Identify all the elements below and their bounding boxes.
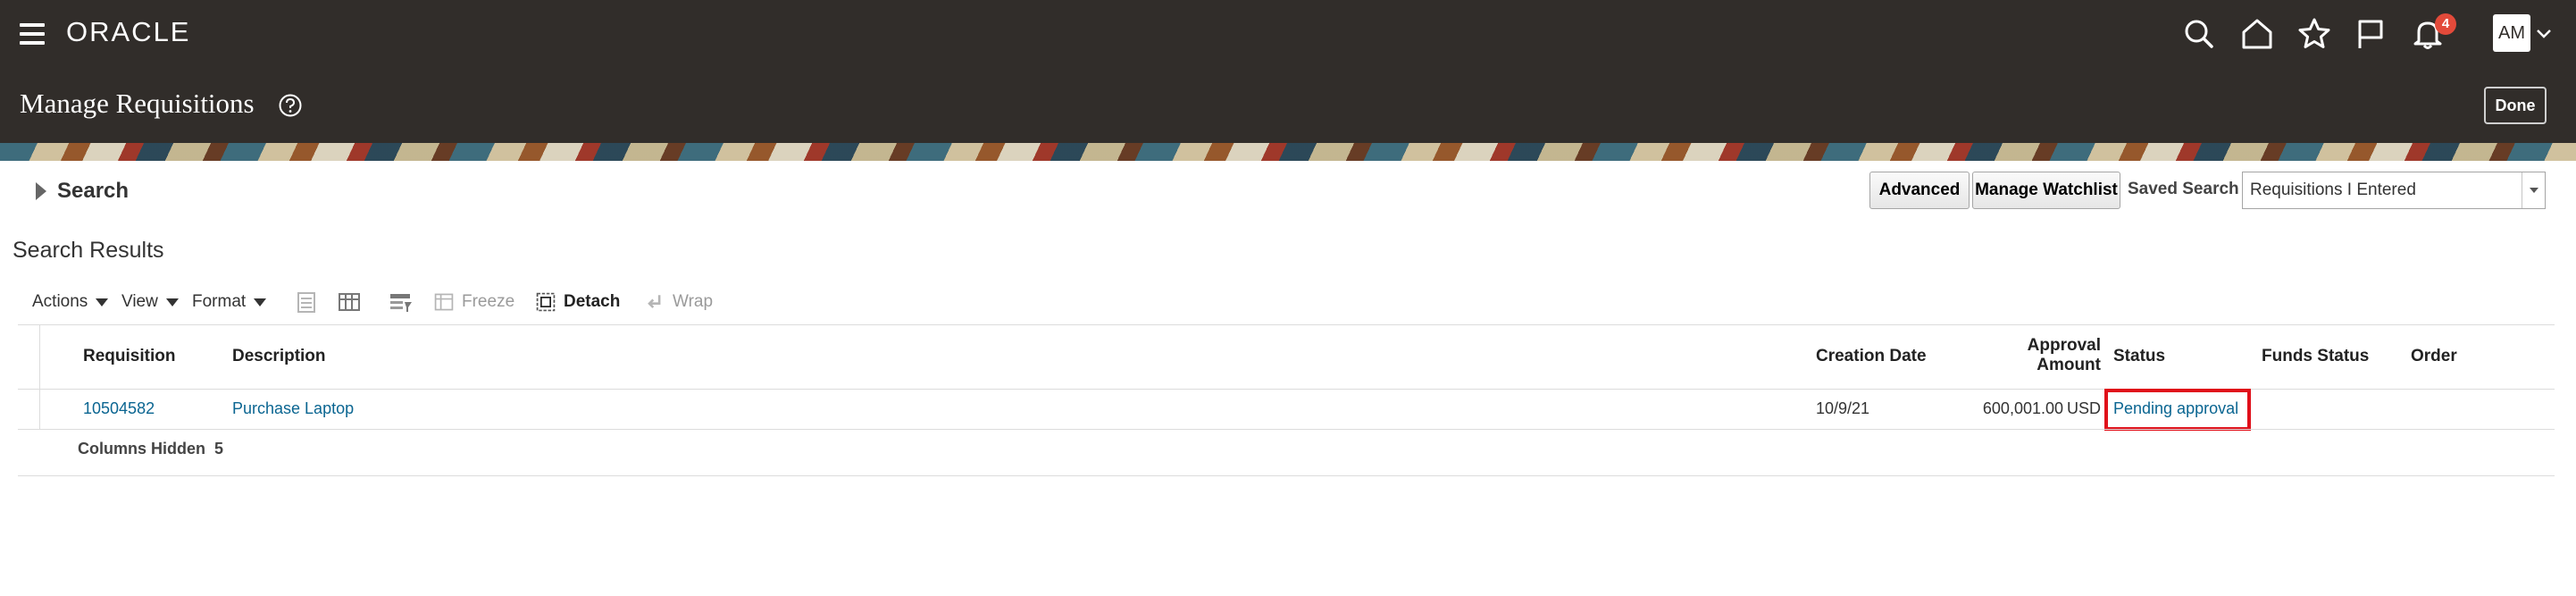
description-link[interactable]: Purchase Laptop <box>232 399 354 418</box>
export-icon[interactable] <box>294 290 319 315</box>
table-top-border <box>18 324 2555 325</box>
global-header: ORACLE 4 AM Manage Requisitions Done <box>0 0 2576 161</box>
query-by-example-icon[interactable] <box>388 290 413 315</box>
search-disclosure[interactable]: Search <box>36 179 129 204</box>
freeze-icon <box>434 293 454 311</box>
columns-hidden-indicator[interactable]: Columns Hidden 5 <box>78 440 223 458</box>
page-title: Manage Requisitions <box>20 88 255 119</box>
col-header-order[interactable]: Order <box>2411 347 2457 366</box>
chevron-down-icon[interactable] <box>2535 25 2553 43</box>
search-results-title: Search Results <box>13 238 164 263</box>
help-icon[interactable] <box>278 93 303 118</box>
columns-hidden-label: Columns Hidden <box>78 440 205 457</box>
col-header-description[interactable]: Description <box>232 347 326 366</box>
freeze-button[interactable]: Freeze <box>433 289 514 315</box>
menu-icon[interactable] <box>18 20 46 48</box>
advanced-button[interactable]: Advanced <box>1869 172 1970 209</box>
wrap-button[interactable]: Wrap <box>644 289 713 315</box>
wrap-icon <box>648 295 661 308</box>
saved-search-label: Saved Search <box>2128 180 2239 198</box>
freeze-label: Freeze <box>462 292 515 311</box>
saved-search-value: Requisitions I Entered <box>2250 180 2416 199</box>
wrap-label: Wrap <box>673 292 714 311</box>
actions-menu[interactable]: Actions <box>32 289 109 315</box>
table-bottom-border <box>18 475 2555 476</box>
star-icon[interactable] <box>2296 16 2332 52</box>
avatar[interactable]: AM <box>2493 14 2530 52</box>
done-button[interactable]: Done <box>2484 87 2547 124</box>
detach-icon <box>536 292 556 312</box>
col-header-creation-date[interactable]: Creation Date <box>1816 347 1927 366</box>
status-highlight-box <box>2104 389 2251 431</box>
table-row-selector-border <box>39 324 40 429</box>
oracle-logo: ORACLE <box>66 16 191 47</box>
expand-triangle-icon <box>36 182 46 200</box>
saved-search-select[interactable]: Requisitions I Entered <box>2242 172 2546 209</box>
col-header-funds-status[interactable]: Funds Status <box>2262 347 2369 366</box>
table-row-divider <box>18 429 2555 430</box>
detach-button[interactable]: Detach <box>535 289 620 315</box>
actions-label: Actions <box>32 292 88 311</box>
view-label: View <box>121 292 158 311</box>
creation-date-cell: 10/9/21 <box>1816 399 1870 417</box>
search-label: Search <box>57 179 130 203</box>
search-icon[interactable] <box>2181 16 2217 52</box>
format-menu[interactable]: Format <box>192 289 267 315</box>
detach-label: Detach <box>564 292 621 311</box>
caret-down-icon <box>96 298 109 306</box>
chevron-down-icon <box>2522 172 2545 208</box>
caret-down-icon <box>165 298 179 306</box>
col-header-approval-amount[interactable]: Approval Amount <box>1956 336 2101 375</box>
notification-badge: 4 <box>2435 13 2456 35</box>
col-header-requisition[interactable]: Requisition <box>83 347 175 366</box>
columns-hidden-count: 5 <box>214 440 224 457</box>
approval-amount-line1: Approval <box>2027 336 2101 355</box>
columns-icon[interactable] <box>337 290 362 315</box>
manage-watchlist-button[interactable]: Manage Watchlist <box>1972 172 2120 209</box>
flag-icon[interactable] <box>2353 16 2388 52</box>
caret-down-icon <box>254 298 267 306</box>
currency-cell: USD <box>2067 399 2102 417</box>
col-header-status[interactable]: Status <box>2113 347 2165 366</box>
home-icon[interactable] <box>2239 16 2275 52</box>
view-menu[interactable]: View <box>121 289 179 315</box>
approval-amount-cell: 600,001.00 <box>1982 399 2063 417</box>
approval-amount-line2: Amount <box>2037 356 2101 374</box>
requisition-link[interactable]: 10504582 <box>83 399 155 418</box>
decorative-banner <box>0 143 2576 161</box>
format-label: Format <box>192 292 247 311</box>
